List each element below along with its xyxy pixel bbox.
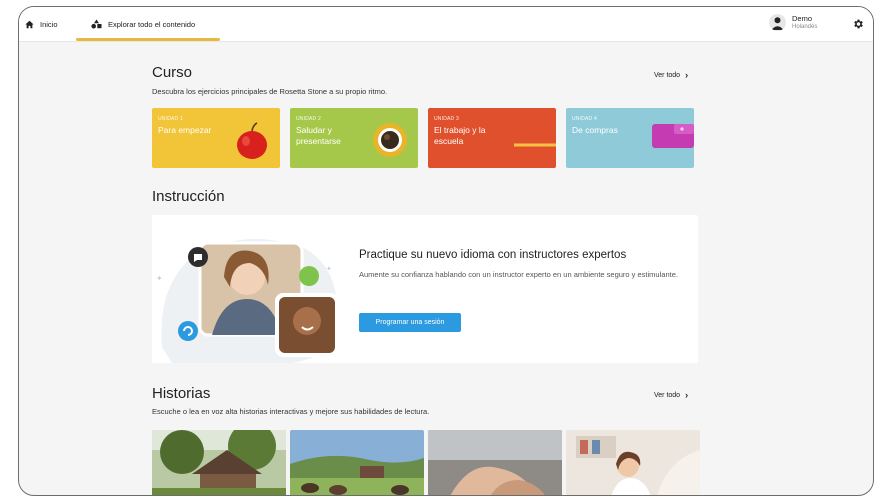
story-card-3[interactable] [428, 430, 562, 495]
story-image-farm [290, 430, 424, 495]
stories-see-all-link[interactable]: Ver todo › [654, 390, 688, 400]
stories-see-all-label: Ver todo [654, 391, 681, 399]
top-nav: Inicio Explorar todo el contenido Demo H… [19, 7, 873, 42]
unit-title: Para empezar [158, 125, 212, 135]
apple-icon [237, 122, 267, 159]
user-name: Demo [792, 13, 813, 23]
unit-label: UNIDAD 4 [572, 116, 597, 122]
course-title: Curso [152, 64, 193, 81]
pencil-icon [514, 143, 556, 147]
user-icon [771, 17, 784, 30]
settings-button[interactable] [852, 17, 864, 35]
nav-explore[interactable]: Explorar todo el contenido [91, 7, 195, 41]
instructor-illustration: ✦ ✦ [156, 239, 339, 363]
unit-card-3[interactable]: UNIDAD 3 El trabajo y la escuela [428, 108, 556, 168]
user-language: Holandés [792, 24, 818, 31]
avatar [769, 14, 786, 31]
nav-home-label: Inicio [40, 19, 58, 29]
nav-home[interactable]: Inicio [25, 7, 58, 41]
course-see-all-label: Ver todo [654, 71, 681, 79]
instruction-title: Instrucción [152, 188, 225, 205]
unit-title: De compras [572, 125, 618, 135]
active-tab-indicator [76, 38, 220, 41]
story-image-child [566, 430, 700, 495]
user-menu[interactable]: Demo Holandés [769, 14, 817, 31]
unit-label: UNIDAD 2 [296, 116, 321, 122]
chevron-right-icon: › [685, 390, 689, 400]
stories-title: Historias [152, 385, 211, 402]
story-card-2[interactable] [290, 430, 424, 495]
story-image-cabin [152, 430, 286, 495]
svg-text:✦: ✦ [156, 274, 163, 283]
story-card-4[interactable] [566, 430, 700, 495]
story-image-hands [428, 430, 562, 495]
unit-card-2[interactable]: UNIDAD 2 Saludar y presentarse [290, 108, 418, 168]
unit-label: UNIDAD 1 [158, 116, 183, 122]
chevron-right-icon: › [685, 70, 689, 80]
gear-icon [854, 19, 863, 29]
svg-text:✦: ✦ [326, 265, 332, 273]
course-see-all-link[interactable]: Ver todo › [654, 70, 688, 80]
wallet-icon [652, 124, 694, 148]
unit-title: Saludar y presentarse [296, 125, 341, 146]
shapes-icon [91, 19, 102, 29]
app-window: Inicio Explorar todo el contenido Demo H… [18, 6, 874, 496]
home-icon [25, 20, 34, 28]
unit-card-1[interactable]: UNIDAD 1 Para empezar [152, 108, 280, 168]
unit-title: El trabajo y la escuela [434, 125, 486, 146]
instruction-card: ✦ ✦ Practique su nuevo idioma con instru… [152, 215, 698, 363]
schedule-session-button[interactable]: Programar una sesión [359, 313, 461, 332]
instruction-card-description: Aumente su confianza hablando con un ins… [359, 270, 678, 279]
stories-subtitle: Escuche o lea en voz alta historias inte… [152, 407, 430, 416]
unit-card-4[interactable]: UNIDAD 4 De compras [566, 108, 694, 168]
nav-explore-label: Explorar todo el contenido [108, 19, 196, 29]
coffee-cup-icon [373, 123, 407, 157]
unit-label: UNIDAD 3 [434, 116, 459, 122]
story-card-1[interactable] [152, 430, 286, 495]
course-subtitle: Descubra los ejercicios principales de R… [152, 87, 388, 96]
instruction-card-title: Practique su nuevo idioma con instructor… [359, 249, 627, 261]
